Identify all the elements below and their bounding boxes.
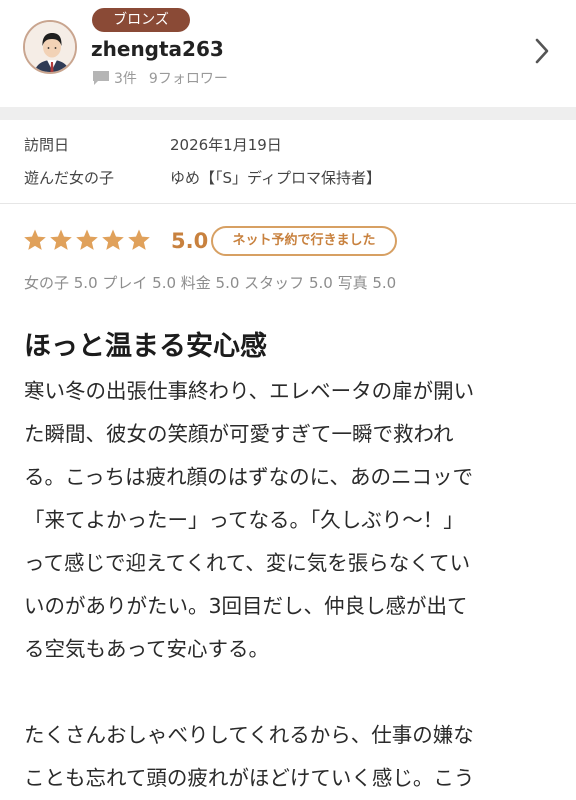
- reviewer-profile[interactable]: ブロンズ zhengta263 3件 9フォロワー: [0, 0, 576, 106]
- followers-count[interactable]: 9フォロワー: [149, 68, 228, 88]
- avatar[interactable]: [23, 20, 77, 74]
- star-icon: [128, 229, 150, 250]
- review-body: 寒い冬の出張仕事終わり、エレベータの扉が開い た瞬間、彼女の笑顔が可愛すぎて一瞬…: [24, 370, 554, 800]
- comment-icon: [93, 71, 109, 85]
- visit-date-value: 2026年1月19日: [170, 136, 282, 154]
- girl-label: 遊んだ女の子: [24, 169, 115, 187]
- divider: [0, 203, 576, 204]
- review-title: ほっと温まる安心感: [24, 331, 267, 362]
- reviews-count: 3件: [114, 71, 137, 87]
- star-icon: [76, 229, 98, 250]
- star-icon: [102, 229, 124, 250]
- review-paragraph: たくさんおしゃべりしてくれるから、仕事の嫌な ことも忘れて頭の疲れがほどけていく…: [24, 723, 475, 790]
- rank-badge: ブロンズ: [92, 8, 190, 32]
- net-reservation-badge: ネット予約で行きました: [211, 226, 397, 256]
- reviewer-meta: 3件 9フォロワー: [92, 68, 228, 88]
- username[interactable]: zhengta263: [91, 37, 224, 61]
- star-rating: [23, 228, 153, 252]
- star-icon: [50, 229, 72, 250]
- visit-date-label: 訪問日: [24, 136, 70, 154]
- review-paragraph: 寒い冬の出張仕事終わり、エレベータの扉が開い た瞬間、彼女の笑顔が可愛すぎて一瞬…: [24, 379, 475, 661]
- person-icon: [25, 22, 75, 72]
- sub-ratings: 女の子 5.0 プレイ 5.0 料金 5.0 スタッフ 5.0 写真 5.0: [24, 274, 397, 292]
- girl-value[interactable]: ゆめ【「S」ディプロマ保持者】: [170, 167, 381, 188]
- section-separator: [0, 107, 576, 120]
- rating-score: 5.0: [171, 229, 209, 253]
- star-icon: [24, 229, 46, 250]
- chevron-right-icon[interactable]: [530, 34, 554, 68]
